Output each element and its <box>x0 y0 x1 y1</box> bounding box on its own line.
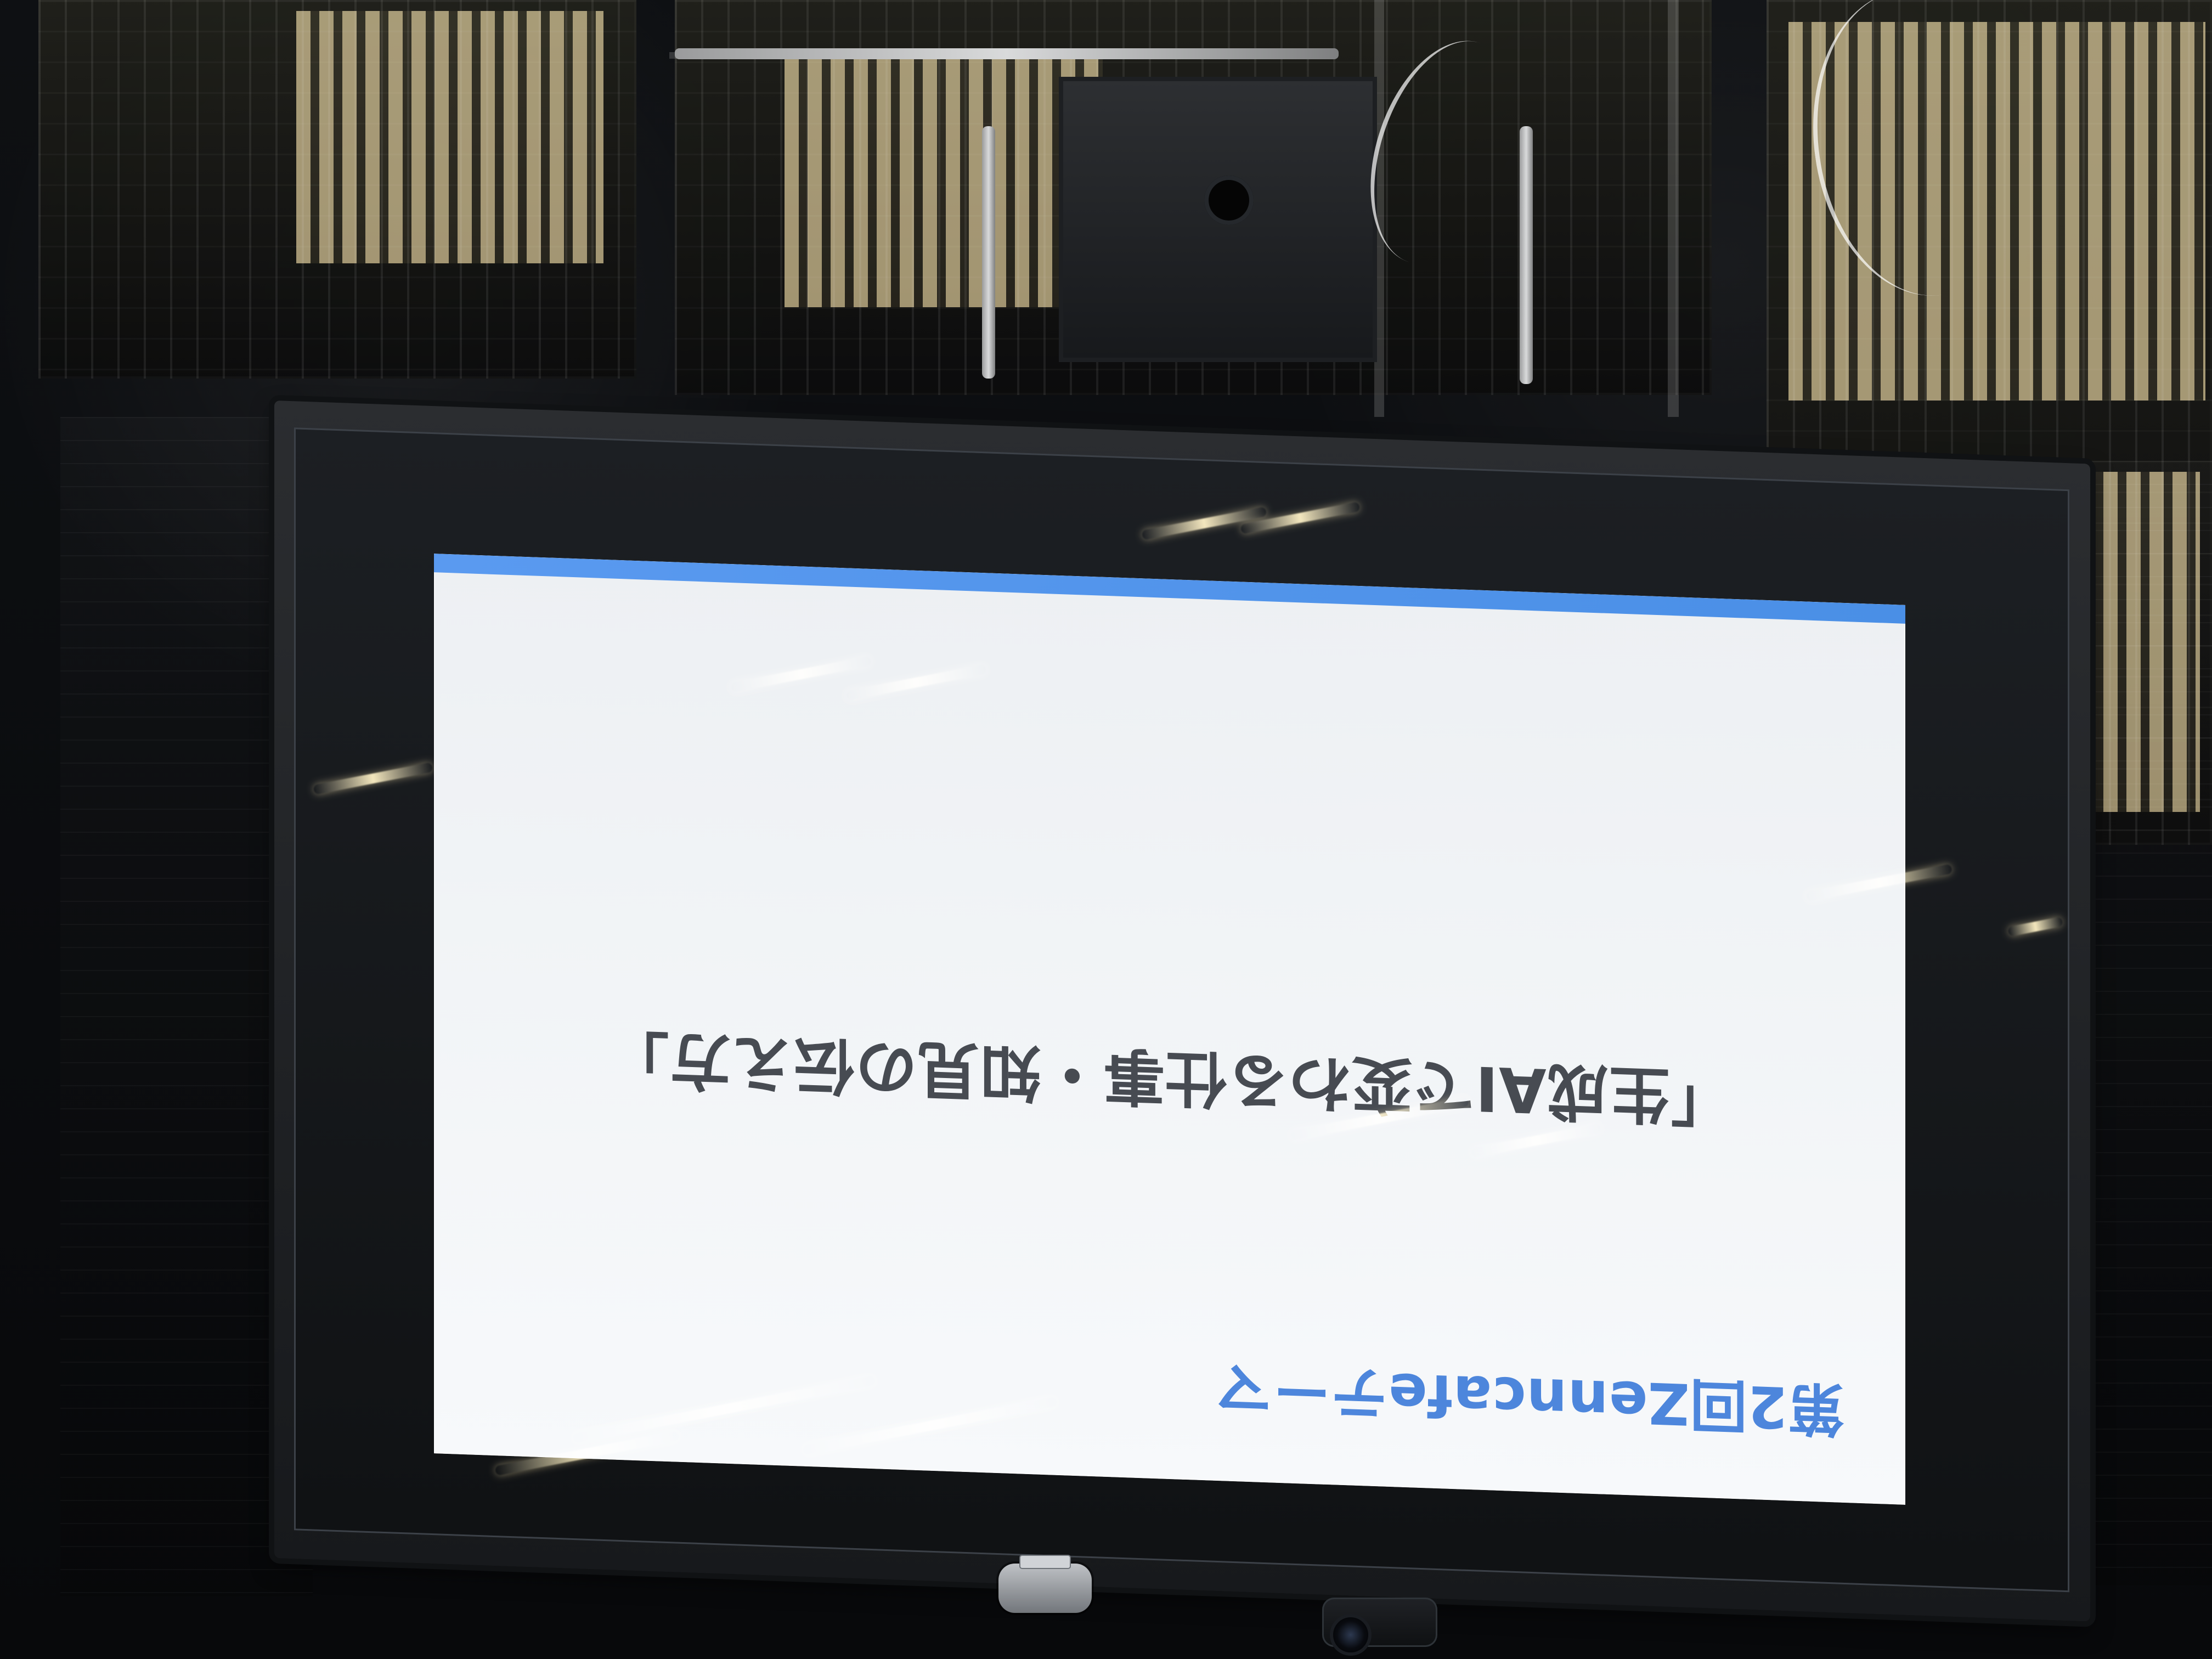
slide-main-title: 「生成AIで変わる仕事・知見の伝え方」 <box>607 1022 1733 1132</box>
monitor-bezel: 第2回Zenncafeテーマ 「生成AIで変わる仕事・知見の伝え方」 <box>294 427 2069 1593</box>
screen-accent-bar <box>434 554 1905 624</box>
device-label-chip <box>1020 1556 1070 1568</box>
presentation-screen: 第2回Zenncafeテーマ 「生成AIで変わる仕事・知見の伝え方」 <box>434 554 1905 1505</box>
mount-bar-left <box>982 126 995 379</box>
window-frame-vertical-2 <box>1668 0 1679 417</box>
slide-heading: 第2回Zenncafeテーマ <box>1215 1353 1845 1443</box>
mount-bar-right <box>1520 126 1533 384</box>
building-lit-windows-left <box>296 11 603 263</box>
mount-hole <box>1204 176 1254 225</box>
mount-top-rail <box>675 48 1339 59</box>
monitor-tv: 第2回Zenncafeテーマ 「生成AIで変わる仕事・知見の伝え方」 <box>274 400 2090 1622</box>
photo-scene: 第2回Zenncafeテーマ 「生成AIで変わる仕事・知見の伝え方」 <box>0 0 2212 1659</box>
camera-lens <box>1333 1617 1368 1652</box>
camera-mount <box>998 1564 1092 1613</box>
building-lit-windows-center <box>785 55 1103 307</box>
